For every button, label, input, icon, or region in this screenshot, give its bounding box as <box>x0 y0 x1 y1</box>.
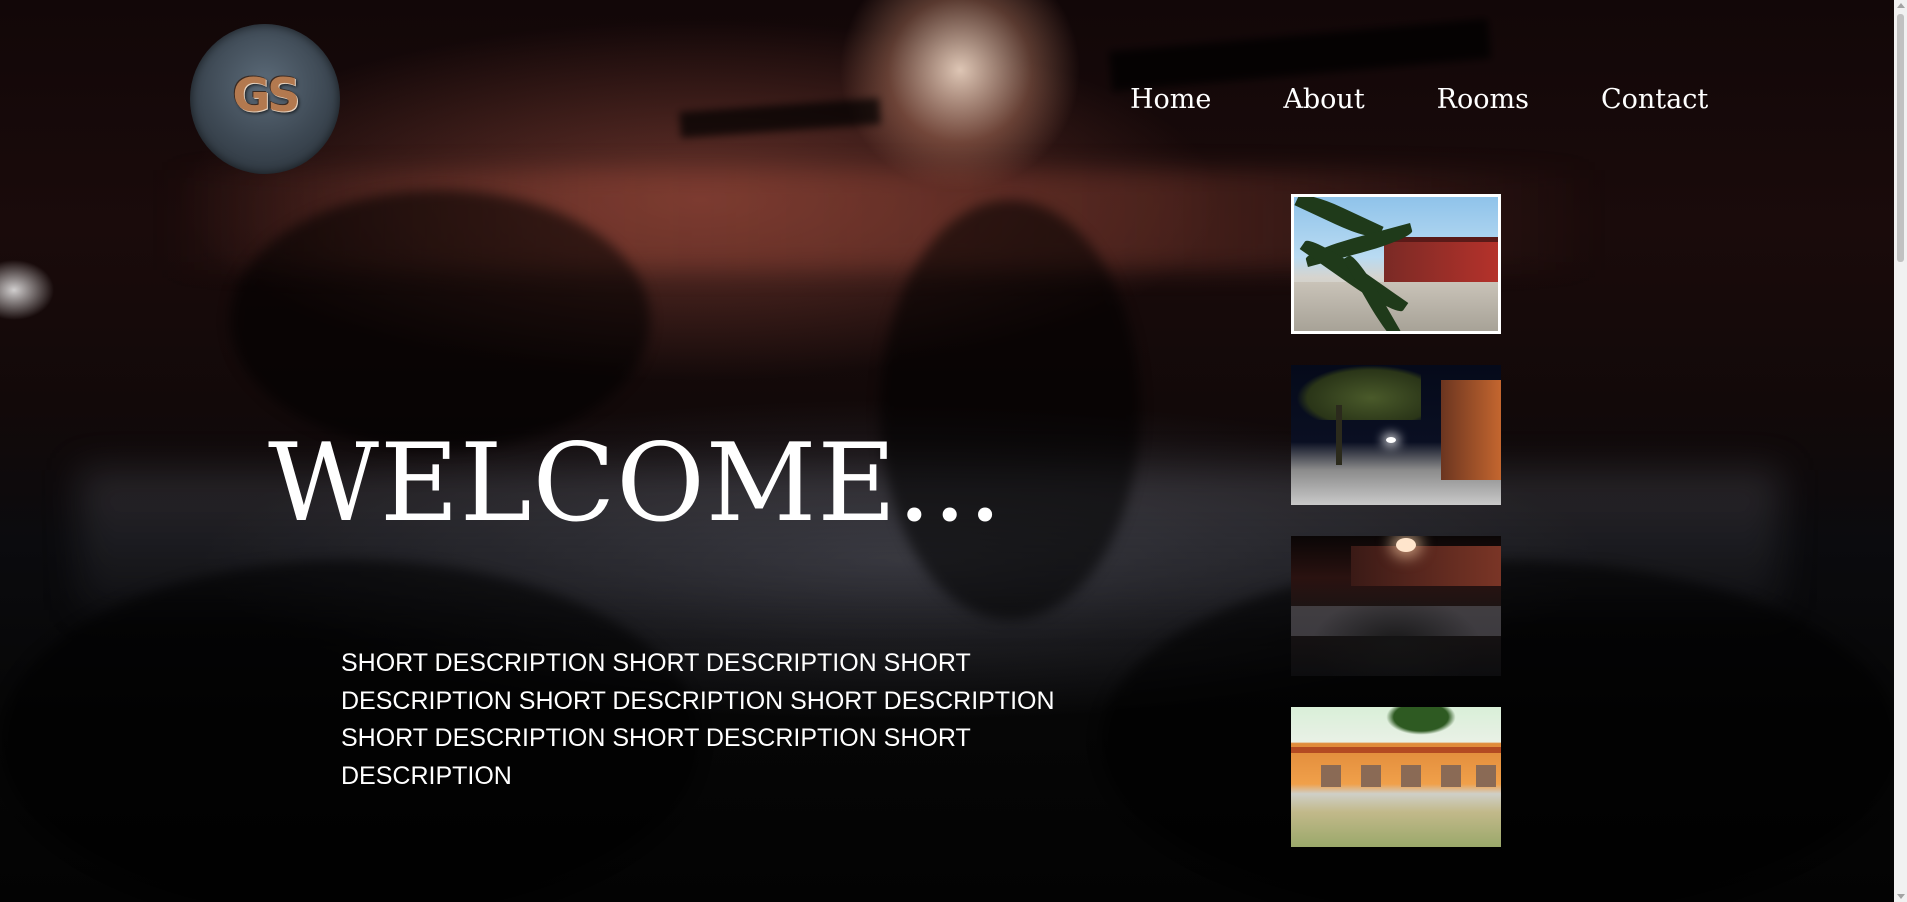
logo-text: GS <box>232 68 301 122</box>
scrollbar-thumb[interactable] <box>1897 14 1904 262</box>
background-fern <box>880 200 1140 620</box>
hero-title: WELCOME... <box>268 421 1004 546</box>
scroll-up-icon[interactable] <box>1897 3 1905 8</box>
nav-about[interactable]: About <box>1283 86 1364 113</box>
gallery-thumbnail-3[interactable] <box>1291 536 1501 676</box>
scroll-down-icon[interactable] <box>1897 894 1905 899</box>
site-logo[interactable]: GS <box>190 24 340 174</box>
gallery-thumbnail-1[interactable] <box>1291 194 1501 334</box>
nav-rooms[interactable]: Rooms <box>1437 86 1529 113</box>
page-scrollbar[interactable] <box>1894 0 1907 902</box>
gallery-thumbnail-4[interactable] <box>1291 707 1501 847</box>
gallery-thumbnail-2[interactable] <box>1291 365 1501 505</box>
page: GS Home About Rooms Contact WELCOME... S… <box>0 0 1907 902</box>
background-fern <box>230 190 650 450</box>
nav-home[interactable]: Home <box>1130 86 1211 113</box>
main-nav: Home About Rooms Contact <box>1130 86 1708 113</box>
gallery-thumbnails <box>1291 194 1501 878</box>
hero-description: SHORT DESCRIPTION SHORT DESCRIPTION SHOR… <box>341 649 1055 790</box>
nav-contact[interactable]: Contact <box>1601 86 1708 113</box>
